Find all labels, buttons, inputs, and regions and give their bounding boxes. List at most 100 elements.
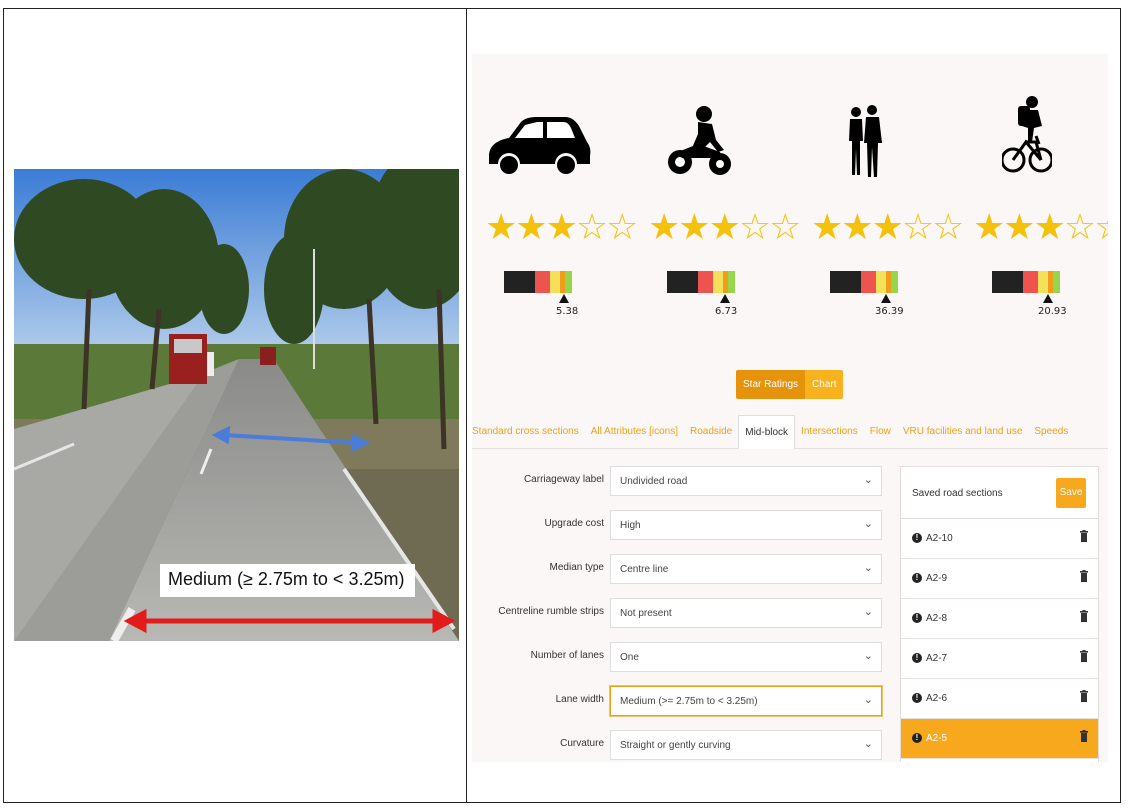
star-ratings-button[interactable]: Star Ratings: [736, 370, 806, 399]
curvature-select[interactable]: Straight or gently curving ⌄: [610, 730, 882, 760]
tab-speeds[interactable]: Speeds: [1028, 415, 1074, 449]
trash-icon[interactable]: [1080, 690, 1088, 702]
car-star-rating: ★★★☆☆: [485, 206, 638, 247]
select-value: One: [620, 652, 639, 663]
pedestrian-score-value: 36.39: [875, 306, 904, 317]
filled-star-icon: ★: [973, 206, 1005, 247]
score-band: [876, 271, 886, 293]
attribute-tabs: Standard cross sections All Attributes […: [472, 414, 1108, 449]
empty-star-icon: ☆: [575, 206, 608, 247]
field-label: Centreline rumble strips: [498, 606, 604, 617]
motorcycle-score-marker: [719, 294, 730, 303]
saved-section-name: A2-6: [926, 693, 948, 704]
filled-star-icon: ★: [708, 206, 741, 247]
empty-star-icon: ☆: [932, 206, 964, 247]
select-value: Medium (>= 2.75m to < 3.25m): [620, 696, 758, 707]
filled-star-icon: ★: [1033, 206, 1066, 247]
trash-icon[interactable]: [1080, 730, 1088, 742]
info-icon[interactable]: !: [912, 573, 922, 583]
score-band: [861, 271, 877, 293]
saved-section-item[interactable]: ! A2-5: [901, 719, 1098, 759]
upgrade-cost-select[interactable]: High ⌄: [610, 510, 882, 540]
tab-standard-cross-sections[interactable]: Standard cross sections: [472, 415, 585, 449]
empty-star-icon: ☆: [738, 206, 771, 247]
figure-divider: [466, 8, 467, 803]
saved-road-sections-panel: Saved road sections Save ! A2-10! A2-9! A2-…: [900, 466, 1099, 762]
save-button[interactable]: Save: [1056, 478, 1086, 508]
info-icon[interactable]: !: [912, 653, 922, 663]
chevron-down-icon: ⌄: [863, 738, 873, 750]
field-label: Median type: [549, 562, 604, 573]
filled-star-icon: ★: [1003, 206, 1035, 247]
number-of-lanes-select[interactable]: One ⌄: [610, 642, 882, 672]
trash-icon[interactable]: [1080, 570, 1088, 582]
motorcycle-star-rating: ★★★☆☆: [648, 206, 801, 247]
select-value: Centre line: [620, 564, 669, 575]
bicycle-star-rating: ★★★☆☆: [973, 209, 1108, 245]
score-band: [698, 271, 714, 293]
median-type-select[interactable]: Centre line ⌄: [610, 554, 882, 584]
chevron-down-icon: ⌄: [863, 518, 873, 530]
bicycle-icon: [1000, 96, 1054, 181]
bicycle-score-marker: [1043, 294, 1054, 303]
view-toggle: Star Ratings Chart: [736, 370, 844, 399]
trash-icon[interactable]: [1080, 610, 1088, 622]
info-icon[interactable]: !: [912, 733, 922, 743]
form-row-carriageway: Carriageway label Undivided road ⌄: [472, 466, 892, 496]
field-label: Upgrade cost: [544, 518, 604, 529]
saved-section-item[interactable]: ! A2-6: [901, 679, 1098, 719]
form-row-number-of-lanes: Number of lanes One ⌄: [472, 642, 892, 672]
tab-mid-block[interactable]: Mid-block: [738, 414, 796, 449]
filled-star-icon: ★: [485, 206, 517, 247]
empty-star-icon: ☆: [606, 206, 638, 247]
centreline-rumble-strips-select[interactable]: Not present ⌄: [610, 598, 882, 628]
motorcycle-icon: [668, 106, 732, 183]
carriageway-label-select[interactable]: Undivided road ⌄: [610, 466, 882, 496]
car-score-marker: [558, 294, 569, 303]
tab-vru-facilities[interactable]: VRU facilities and land use: [897, 415, 1029, 449]
tab-flow[interactable]: Flow: [864, 415, 897, 449]
chart-button[interactable]: Chart: [805, 370, 844, 399]
field-label: Carriageway label: [523, 474, 604, 485]
trash-icon[interactable]: [1080, 650, 1088, 662]
score-band: [565, 271, 572, 293]
saved-list: ! A2-10! A2-9! A2-8! A2-7! A2-6 ! A2-5: [901, 519, 1098, 759]
filled-star-icon: ★: [648, 206, 680, 247]
lane-width-overlay-label: Medium (≥ 2.75m to < 3.25m): [160, 564, 415, 597]
saved-section-item[interactable]: ! A2-8: [901, 599, 1098, 639]
form-row-lane-width: Lane width Medium (>= 2.75m to < 3.25m) ⌄: [472, 686, 892, 716]
saved-section-item[interactable]: ! A2-10: [901, 519, 1098, 559]
info-icon[interactable]: !: [912, 533, 922, 543]
tab-intersections[interactable]: Intersections: [795, 415, 864, 449]
score-band: [1053, 271, 1060, 293]
saved-section-item[interactable]: ! A2-7: [901, 639, 1098, 679]
score-band: [1038, 271, 1048, 293]
score-band: [992, 271, 1024, 293]
score-band: [891, 271, 898, 293]
form-row-curvature: Curvature Straight or gently curving ⌄: [472, 730, 892, 760]
empty-star-icon: ☆: [901, 206, 934, 247]
score-band: [728, 271, 735, 293]
pedestrian-star-rating: ★★★☆☆: [811, 206, 964, 247]
info-icon[interactable]: !: [912, 613, 922, 623]
empty-star-icon: ☆: [769, 206, 801, 247]
car-score-bar: [504, 271, 572, 293]
filled-star-icon: ★: [841, 206, 873, 247]
tab-all-attributes-icons[interactable]: All Attributes [icons]: [585, 415, 684, 449]
info-icon[interactable]: !: [912, 693, 922, 703]
filled-star-icon: ★: [515, 206, 547, 247]
field-label: Curvature: [560, 738, 604, 749]
saved-panel-header: Saved road sections Save: [901, 467, 1098, 519]
score-band: [667, 271, 699, 293]
saved-section-item[interactable]: ! A2-9: [901, 559, 1098, 599]
form-row-median-type: Median type Centre line ⌄: [472, 554, 892, 584]
trash-icon[interactable]: [1080, 530, 1088, 542]
star-rating-app: ★★★☆☆ ★★★☆☆ ★★★☆☆ ★★★☆☆ 5.38 6.73 36.39 …: [472, 54, 1108, 762]
select-value: Straight or gently curving: [620, 740, 731, 751]
filled-star-icon: ★: [811, 206, 843, 247]
empty-star-icon: ☆: [1094, 206, 1108, 247]
saved-panel-title: Saved road sections: [912, 488, 1003, 499]
lane-width-select[interactable]: Medium (>= 2.75m to < 3.25m) ⌄: [610, 686, 882, 716]
motorcycle-score-bar: [667, 271, 735, 293]
tab-roadside[interactable]: Roadside: [684, 415, 738, 449]
